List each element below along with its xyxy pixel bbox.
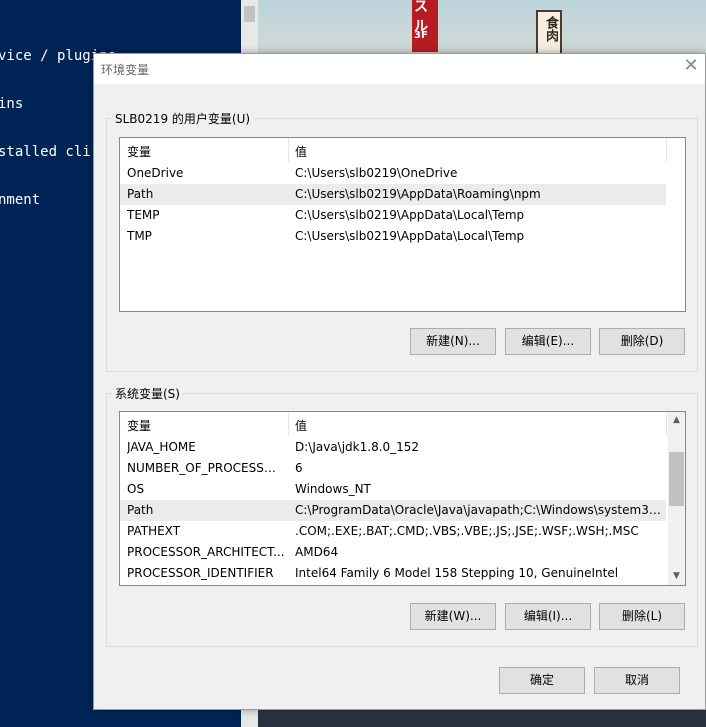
variable-value: C:\Users\slb0219\AppData\Local\Temp (295, 229, 525, 243)
cancel-button[interactable]: 取消 (594, 667, 680, 694)
terminal-scroll-thumb[interactable] (244, 6, 255, 22)
variable-name: TMP (127, 229, 152, 243)
column-divider[interactable] (288, 412, 289, 436)
variable-name: OneDrive (127, 166, 184, 180)
variable-value: 6 (295, 461, 303, 475)
sign-text: 食肉 (543, 16, 558, 42)
column-header-value[interactable]: 值 (295, 143, 307, 160)
dialog-title: 环境变量 (101, 63, 150, 77)
variable-value: C:\ProgramData\Oracle\Java\javapath;C:\W… (295, 503, 663, 517)
variable-value: C:\Users\slb0219\AppData\Local\Temp (295, 208, 525, 222)
list-item[interactable]: PATHEXT .COM;.EXE;.BAT;.CMD;.VBS;.VBE;.J… (120, 521, 666, 542)
ok-button[interactable]: 确定 (499, 667, 585, 694)
list-item[interactable]: PROCESSOR_IDENTIFIER Intel64 Family 6 Mo… (120, 563, 666, 584)
variable-name: Path (127, 503, 154, 517)
column-header-variable[interactable]: 变量 (127, 143, 151, 160)
dialog-titlebar[interactable]: 环境变量 ✕ (94, 54, 705, 84)
variable-name: TEMP (127, 208, 160, 222)
system-new-button[interactable]: 新建(W)... (410, 603, 496, 630)
list-item[interactable]: JAVA_HOME D:\Java\jdk1.8.0_152 (120, 437, 666, 458)
list-item[interactable]: OneDrive C:\Users\slb0219\OneDrive (120, 163, 685, 184)
list-item-selected[interactable]: Path C:\ProgramData\Oracle\Java\javapath… (120, 500, 666, 521)
list-item[interactable]: NUMBER_OF_PROCESSORS 6 (120, 458, 666, 479)
scroll-thumb[interactable] (669, 452, 684, 506)
user-variables-label: SLB0219 的用户变量(U) (112, 110, 254, 127)
scroll-down-arrow-icon[interactable]: ▼ (668, 568, 685, 585)
variable-value: .COM;.EXE;.BAT;.CMD;.VBS;.VBE;.JS;.JSE;.… (295, 524, 639, 538)
system-delete-button[interactable]: 删除(L) (599, 603, 685, 630)
variable-value: AMD64 (295, 545, 339, 559)
system-variables-list[interactable]: 变量 值 JAVA_HOME D:\Java\jdk1.8.0_152 NUMB… (119, 411, 686, 586)
list-item[interactable]: PROCESSOR_ARCHITECT... AMD64 (120, 542, 666, 563)
variable-value: C:\Users\slb0219\OneDrive (295, 166, 458, 180)
user-delete-button[interactable]: 删除(D) (599, 328, 685, 355)
scroll-up-arrow-icon[interactable]: ▲ (668, 412, 685, 429)
wallpaper-sign-red: スル 3F (412, 0, 438, 52)
variable-name: NUMBER_OF_PROCESSORS (127, 461, 285, 475)
environment-variables-dialog: 环境变量 ✕ SLB0219 的用户变量(U) 变量 值 OneDrive C:… (93, 53, 706, 710)
variable-name: PROCESSOR_IDENTIFIER (127, 566, 274, 580)
system-variables-label: 系统变量(S) (112, 385, 183, 402)
variable-value: C:\Users\slb0219\AppData\Roaming\npm (295, 187, 541, 201)
variable-name: OS (127, 482, 145, 496)
list-header: 变量 值 (120, 412, 685, 437)
variable-value: Intel64 Family 6 Model 158 Stepping 10, … (295, 566, 619, 580)
close-icon[interactable]: ✕ (681, 56, 701, 76)
list-item-selected[interactable]: Path C:\Users\slb0219\AppData\Roaming\np… (120, 184, 666, 205)
variable-name: PROCESSOR_ARCHITECT... (127, 545, 285, 559)
column-header-variable[interactable]: 变量 (127, 417, 151, 434)
system-edit-button[interactable]: 编辑(I)... (505, 603, 591, 630)
wallpaper-sign-shop: 食肉 (536, 10, 562, 56)
variable-name: Path (127, 187, 154, 201)
user-edit-button[interactable]: 编辑(E)... (505, 328, 591, 355)
variable-value: Windows_NT (295, 482, 371, 496)
column-divider[interactable] (288, 138, 289, 162)
list-item[interactable]: TEMP C:\Users\slb0219\AppData\Local\Temp (120, 205, 685, 226)
user-new-button[interactable]: 新建(N)... (410, 328, 496, 355)
variable-name: PATHEXT (127, 524, 181, 538)
column-header-value[interactable]: 值 (295, 417, 307, 434)
sign-subtext: 3F (414, 30, 428, 41)
list-header: 变量 值 (120, 138, 685, 163)
column-divider[interactable] (666, 412, 667, 436)
column-divider[interactable] (666, 138, 667, 162)
variable-value: D:\Java\jdk1.8.0_152 (295, 440, 420, 454)
user-variables-list[interactable]: 变量 值 OneDrive C:\Users\slb0219\OneDrive … (119, 137, 686, 312)
list-item[interactable]: TMP C:\Users\slb0219\AppData\Local\Temp (120, 226, 685, 247)
variable-name: JAVA_HOME (127, 440, 196, 454)
system-list-scrollbar[interactable]: ▲ ▼ (668, 412, 685, 585)
list-item[interactable]: OS Windows_NT (120, 479, 666, 500)
